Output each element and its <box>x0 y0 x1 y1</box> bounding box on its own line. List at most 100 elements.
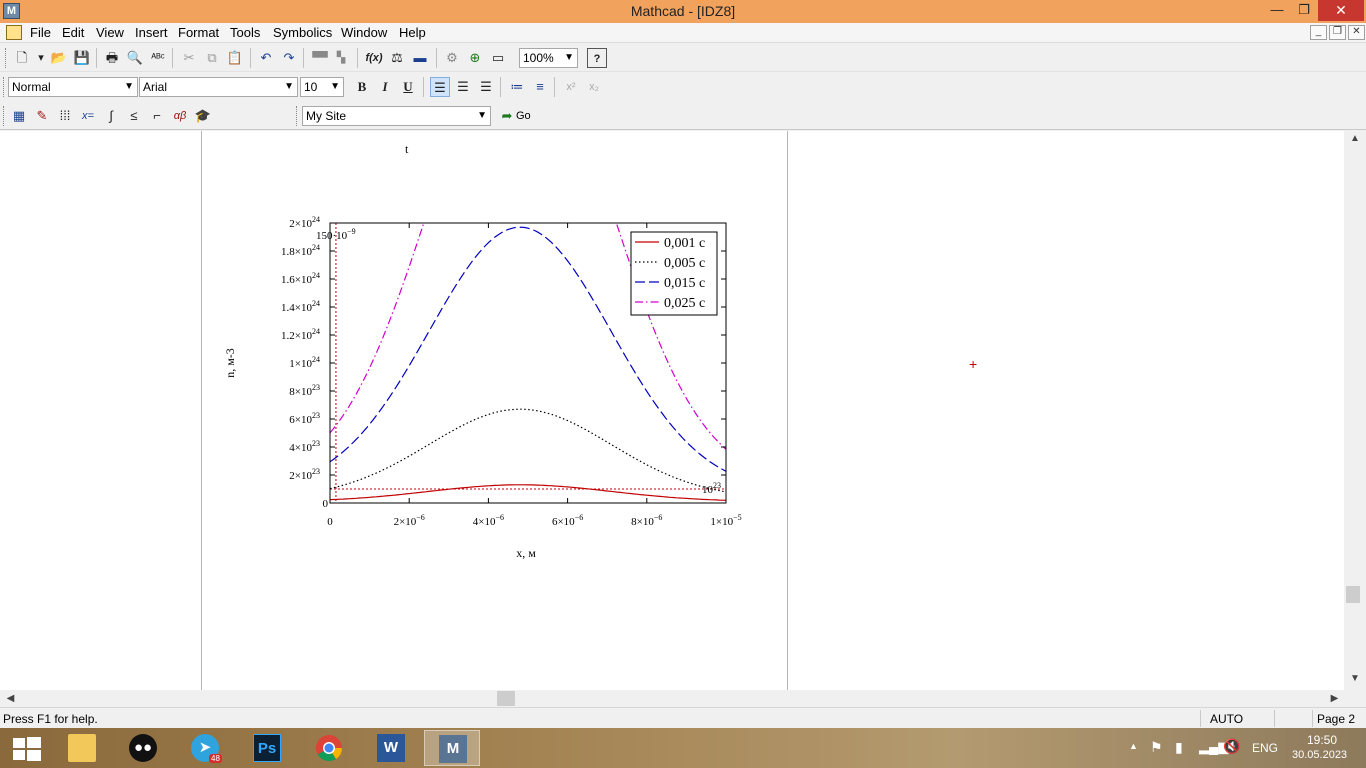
clock-date[interactable]: 30.05.2023 <box>1292 749 1347 761</box>
start-button[interactable] <box>0 730 56 766</box>
insert-hyperlink-icon[interactable]: ▭ <box>488 48 508 68</box>
scroll-left-arrow-icon[interactable]: ◀ <box>2 690 19 707</box>
close-button[interactable]: ✕ <box>1318 0 1364 21</box>
taskbar-file-explorer[interactable] <box>54 730 110 766</box>
minimize-button[interactable]: — <box>1263 0 1291 21</box>
worksheet[interactable]: t + 0 2×1023 4×1023 6×1023 8×1023 1×1024 1.2×1… <box>0 131 1344 690</box>
menu-file[interactable]: File <box>30 25 51 40</box>
calculate-icon[interactable]: ▬ <box>410 48 430 68</box>
document-icon[interactable] <box>6 25 22 40</box>
insert-function-icon[interactable]: f(x) <box>364 48 384 68</box>
numbering-icon[interactable]: ≡ <box>530 77 550 97</box>
copy-icon[interactable]: ⧉ <box>202 48 222 68</box>
y-tick-label: 4×1023 <box>289 439 320 454</box>
resource-center-icon[interactable]: ⊕ <box>465 48 485 68</box>
print-preview-icon[interactable]: 🔍 <box>125 48 145 68</box>
subscript-button[interactable]: x₂ <box>584 77 604 97</box>
concentration-plot[interactable]: 0 2×1023 4×1023 6×1023 8×1023 1×1024 1.2×1024 1… <box>210 205 770 645</box>
greek-button[interactable]: αβ <box>170 106 190 126</box>
menu-window[interactable]: Window <box>341 25 387 40</box>
taskbar-mathcad[interactable]: M <box>424 730 480 766</box>
insert-component-icon[interactable]: ⚙ <box>442 48 462 68</box>
legend-label-2: 0,005 с <box>664 256 705 271</box>
bullets-icon[interactable]: ≔ <box>507 77 527 97</box>
undo-icon[interactable]: ↶ <box>256 48 276 68</box>
taskbar-app-eyes[interactable]: ●● <box>115 730 171 766</box>
doc-close-button[interactable]: ✕ <box>1348 25 1365 40</box>
evaluation-button[interactable]: x= <box>78 106 98 126</box>
menu-bar: File Edit View Insert Format Tools Symbo… <box>0 23 1366 43</box>
doc-minimize-button[interactable]: _ <box>1310 25 1327 40</box>
boolean-icon[interactable]: ≤ <box>124 106 144 126</box>
menu-insert[interactable]: Insert <box>135 25 168 40</box>
menu-tools[interactable]: Tools <box>230 25 260 40</box>
paste-icon[interactable]: 📋 <box>225 48 245 68</box>
calculator-icon[interactable]: ▦ <box>9 106 29 126</box>
y-tick-label: 1.6×1024 <box>281 271 320 286</box>
style-select[interactable]: Normal ▼ <box>8 77 138 97</box>
battery-icon[interactable]: ▮ <box>1175 739 1183 756</box>
toolbar-grip[interactable] <box>296 106 299 126</box>
page-indicator: Page 2 <box>1317 712 1356 726</box>
symbolic-icon[interactable]: 🎓 <box>193 106 213 126</box>
vertical-scroll-thumb[interactable] <box>1346 586 1360 603</box>
taskbar-telegram[interactable]: ➤ 48 <box>177 730 233 766</box>
toolbar-grip[interactable] <box>5 48 8 68</box>
menu-symbolics[interactable]: Symbolics <box>273 25 332 40</box>
window-title: Mathcad - [IDZ8] <box>630 3 736 19</box>
scroll-up-arrow-icon[interactable]: ▲ <box>1344 133 1366 150</box>
help-icon[interactable]: ? <box>587 48 607 68</box>
new-dropdown-chevron-icon[interactable]: ▾ <box>31 48 51 68</box>
taskbar-chrome[interactable] <box>301 730 357 766</box>
volume-muted-icon[interactable]: 🔇 <box>1223 738 1240 755</box>
doc-restore-button[interactable]: ❐ <box>1329 25 1346 40</box>
print-icon[interactable]: 🖶 <box>102 48 122 68</box>
redo-icon[interactable]: ↷ <box>279 48 299 68</box>
new-document-icon[interactable]: 🗋 <box>12 48 32 68</box>
superscript-button[interactable]: x² <box>561 77 581 97</box>
font-select[interactable]: Arial ▼ <box>139 77 298 97</box>
zoom-select[interactable]: 100% ▼ <box>519 48 578 68</box>
toolbar-grip[interactable] <box>3 106 6 126</box>
insert-unit-icon[interactable]: ⚖ <box>387 48 407 68</box>
legend-label-3: 0,015 с <box>664 276 705 291</box>
underline-button[interactable]: U <box>398 77 418 97</box>
cut-icon[interactable]: ✂ <box>179 48 199 68</box>
matrix-icon[interactable]: ⁞⁞⁞ <box>55 106 75 126</box>
go-arrow-icon[interactable]: ➦ <box>500 106 514 126</box>
italic-button[interactable]: I <box>375 77 395 97</box>
clock-time[interactable]: 19:50 <box>1307 733 1337 747</box>
taskbar-word[interactable]: W <box>363 730 419 766</box>
flag-action-center-icon[interactable]: ⚑ <box>1150 739 1163 756</box>
toolbar-separator <box>96 48 97 68</box>
calculus-icon[interactable]: ∫ <box>101 106 121 126</box>
language-indicator[interactable]: ENG <box>1252 741 1278 755</box>
site-select[interactable]: My Site ▼ <box>302 106 491 126</box>
align-across-icon[interactable]: ▀▀ <box>310 48 330 68</box>
menu-view[interactable]: View <box>96 25 124 40</box>
taskbar-photoshop[interactable]: Ps <box>239 730 295 766</box>
font-size-select[interactable]: 10 ▼ <box>300 77 344 97</box>
programming-icon[interactable]: ⌐ <box>147 106 167 126</box>
align-right-icon[interactable]: ☰ <box>476 77 496 97</box>
toolbar-grip[interactable] <box>3 77 6 97</box>
save-icon[interactable]: 💾 <box>72 48 92 68</box>
align-down-icon[interactable]: ▚ <box>331 48 351 68</box>
tray-overflow-chevron-icon[interactable]: ▲ <box>1129 741 1138 751</box>
vertical-scrollbar[interactable]: ▲ ▼ <box>1344 131 1366 690</box>
horizontal-scrollbar[interactable]: ◀ ▶ <box>0 690 1344 707</box>
menu-help[interactable]: Help <box>399 25 426 40</box>
open-folder-icon[interactable]: 📂 <box>49 48 69 68</box>
align-left-icon[interactable]: ☰ <box>430 77 450 97</box>
horizontal-scroll-thumb[interactable] <box>497 691 515 706</box>
align-center-icon[interactable]: ☰ <box>453 77 473 97</box>
maximize-button[interactable]: ❐ <box>1290 0 1318 21</box>
scroll-right-arrow-icon[interactable]: ▶ <box>1326 690 1343 707</box>
menu-edit[interactable]: Edit <box>62 25 84 40</box>
spell-check-icon[interactable]: ᴬᴮᶜ <box>148 48 168 68</box>
menu-format[interactable]: Format <box>178 25 219 40</box>
bold-button[interactable]: B <box>352 77 372 97</box>
scroll-down-arrow-icon[interactable]: ▼ <box>1344 673 1366 690</box>
go-button[interactable]: Go <box>516 110 531 122</box>
graph-icon[interactable]: ✎ <box>32 106 52 126</box>
